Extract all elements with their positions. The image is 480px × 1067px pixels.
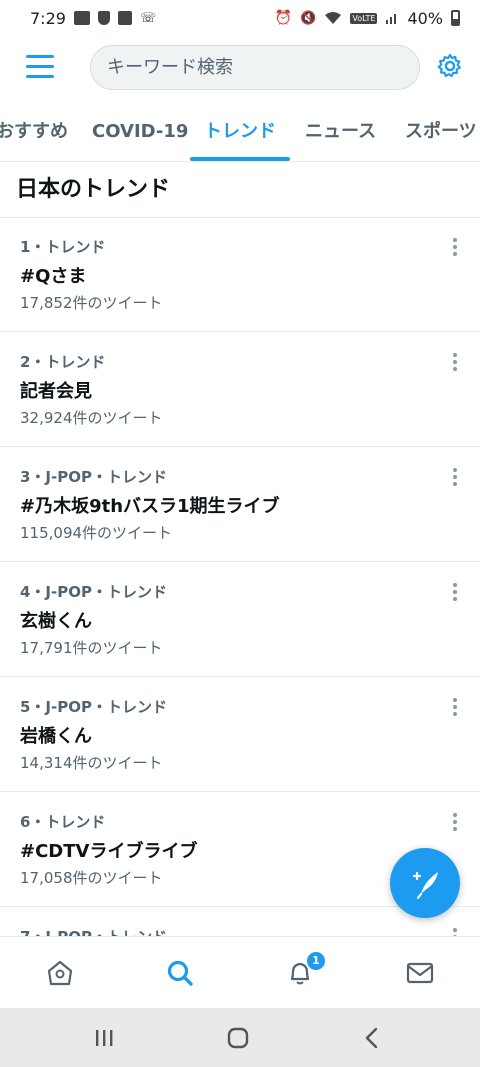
- recent-apps-icon[interactable]: [88, 1022, 120, 1054]
- battery-icon: [451, 10, 460, 26]
- trend-item[interactable]: 3・J-POP・トレンド #乃木坂9thバスラ1期生ライブ 115,094件のツ…: [0, 448, 480, 562]
- tab-trends[interactable]: トレンド: [190, 100, 290, 161]
- trend-count: 32,924件のツイート: [20, 409, 163, 427]
- trend-name: #乃木坂9thバスラ1期生ライブ: [20, 496, 280, 517]
- volte-icon: VoLTE: [350, 12, 378, 24]
- back-icon[interactable]: [356, 1022, 388, 1054]
- android-nav-bar: [0, 1008, 480, 1067]
- trend-meta: 1・トレンド: [20, 238, 106, 256]
- trend-count: 115,094件のツイート: [20, 524, 173, 542]
- trend-item[interactable]: 4・J-POP・トレンド 玄樹くん 17,791件のツイート: [0, 563, 480, 677]
- trend-meta: 6・トレンド: [20, 813, 106, 831]
- shield-icon: [97, 11, 110, 25]
- search-input[interactable]: [107, 57, 397, 78]
- trend-count: 14,314件のツイート: [20, 754, 163, 772]
- tab-news[interactable]: ニュース: [305, 100, 376, 161]
- trend-count: 17,852件のツイート: [20, 294, 163, 312]
- tab-active-indicator: [190, 157, 290, 161]
- search-icon[interactable]: [164, 957, 196, 989]
- tab-label: ニュース: [305, 121, 377, 142]
- image-icon: [117, 11, 132, 25]
- trend-meta: 7・J-POP・トレンド: [20, 926, 167, 936]
- mute-icon: 🔇: [300, 10, 317, 26]
- trend-name: 玄樹くん: [20, 611, 92, 632]
- trend-meta: 3・J-POP・トレンド: [20, 468, 167, 486]
- compose-feather-icon: [412, 871, 438, 899]
- status-bar: 7:29 ☏ ⏰ 🔇 VoLTE 40%: [0, 0, 480, 36]
- status-left: 7:29 ☏: [30, 9, 156, 28]
- tab-sports[interactable]: スポーツ: [405, 100, 477, 161]
- trend-count: 17,791件のツイート: [20, 639, 163, 657]
- trend-name: 記者会見: [20, 381, 92, 402]
- header: [0, 36, 480, 100]
- menu-icon[interactable]: [26, 53, 54, 79]
- bottom-nav: 1: [0, 936, 480, 1008]
- tab-label: スポーツ: [405, 121, 477, 142]
- wifi-icon: [325, 12, 342, 24]
- home-icon[interactable]: [44, 957, 76, 989]
- trend-item[interactable]: 5・J-POP・トレンド 岩橋くん 14,314件のツイート: [0, 678, 480, 792]
- more-icon[interactable]: [446, 811, 464, 833]
- tab-label: COVID-19: [92, 121, 189, 142]
- trend-meta: 4・J-POP・トレンド: [20, 583, 167, 601]
- more-icon[interactable]: [446, 696, 464, 718]
- trend-meta: 2・トレンド: [20, 353, 106, 371]
- mail-icon[interactable]: [404, 957, 436, 989]
- more-icon[interactable]: [446, 466, 464, 488]
- tab-covid[interactable]: COVID-19: [92, 100, 188, 161]
- compose-tweet-button[interactable]: [390, 848, 460, 918]
- more-icon[interactable]: [446, 926, 464, 936]
- search-box[interactable]: [90, 45, 420, 90]
- trend-item[interactable]: 1・トレンド #Qさま 17,852件のツイート: [0, 218, 480, 332]
- trend-name: 岩橋くん: [20, 726, 92, 747]
- home-button-icon[interactable]: [222, 1022, 254, 1054]
- trend-name: #Qさま: [20, 266, 87, 287]
- youtube-icon: [73, 11, 90, 25]
- status-time: 7:29: [30, 8, 66, 28]
- more-icon[interactable]: [446, 351, 464, 373]
- alarm-icon: ⏰: [274, 10, 293, 26]
- section-title: 日本のトレンド: [0, 162, 480, 218]
- more-icon[interactable]: [446, 581, 464, 603]
- trend-meta: 5・J-POP・トレンド: [20, 698, 167, 716]
- tab-label: トレンド: [204, 121, 276, 142]
- tab-recommended[interactable]: おすすめ: [0, 100, 68, 161]
- trend-name: #CDTVライブライブ: [20, 841, 198, 862]
- tab-label: おすすめ: [0, 121, 68, 142]
- status-right: ⏰ 🔇 VoLTE 40%: [275, 9, 460, 28]
- notification-badge: 1: [306, 951, 326, 971]
- gear-icon[interactable]: [436, 52, 464, 80]
- signal-icon: [386, 14, 397, 24]
- explore-tabs: おすすめ COVID-19 トレンド ニュース スポーツ: [0, 100, 480, 162]
- trend-count: 17,058件のツイート: [20, 869, 163, 887]
- battery-percent: 40%: [407, 8, 443, 28]
- more-icon[interactable]: [446, 236, 464, 258]
- trend-item[interactable]: 2・トレンド 記者会見 32,924件のツイート: [0, 333, 480, 447]
- wifi-call-icon: ☏: [139, 10, 157, 26]
